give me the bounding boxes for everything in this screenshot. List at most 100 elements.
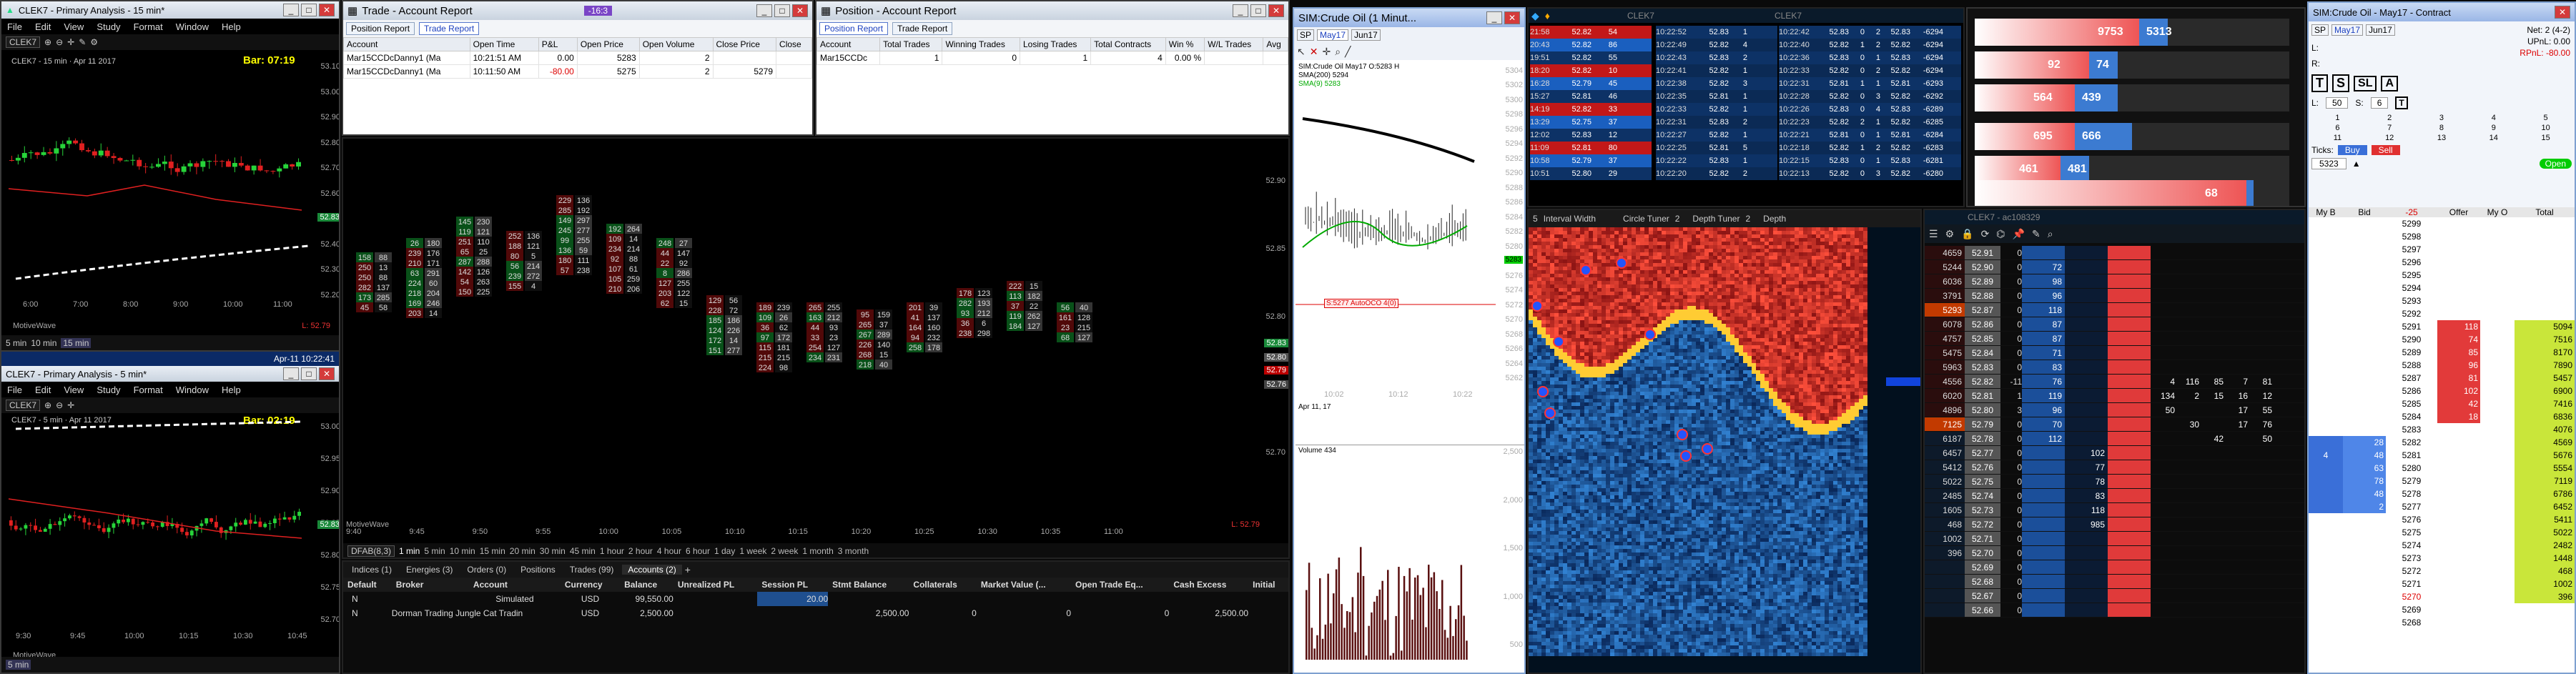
ninja-chart-window[interactable]: SIM:Crude Oil (1 Minut... _ ✕ SP May17 Ju… <box>1293 7 1526 674</box>
window-controls[interactable]: _ □ ✕ <box>283 367 335 380</box>
tape-window[interactable]: ◆ ♦ CLEK7 CLEK7 21:58 52.82 54 20:43 52.82 86 1… <box>1527 7 1965 207</box>
col-winning-trades[interactable]: Winning Trades <box>942 37 1020 51</box>
col-unrealized[interactable]: Unrealized PL <box>673 578 758 592</box>
crosshair-icon[interactable]: ✛ <box>67 400 74 410</box>
symbol-select[interactable]: CLEK7 <box>6 400 41 411</box>
window-controls[interactable]: _ □ ✕ <box>283 4 335 16</box>
contract-select[interactable]: May17 <box>1317 29 1349 41</box>
maximize-icon[interactable]: □ <box>774 4 790 17</box>
close-icon[interactable]: ✕ <box>319 367 335 380</box>
iw-value[interactable]: 5 <box>1533 214 1538 224</box>
table-row[interactable]: Mar15CCDcDanny1 (Ma 10:21:51 AM 0.00 528… <box>343 51 812 65</box>
tf-item[interactable]: 5 min <box>424 546 445 556</box>
menu-window[interactable]: Window <box>176 21 209 32</box>
dt-value[interactable]: 2 <box>1745 214 1750 224</box>
tf-item[interactable]: 30 min <box>540 546 566 556</box>
col-account[interactable]: Account <box>469 578 561 592</box>
maximize-icon[interactable]: □ <box>301 4 317 16</box>
menu-study[interactable]: Study <box>97 21 120 32</box>
footprint-chart-window[interactable]: 158 88 250 13 250 88 282 137 173 285 45 58 26 180 239 1… <box>342 137 1290 559</box>
tf-item[interactable]: 15 min <box>480 546 505 556</box>
tf-item[interactable]: 1 day <box>714 546 735 556</box>
tf-item[interactable]: 10 min <box>450 546 475 556</box>
menu-format[interactable]: Format <box>134 385 163 395</box>
table-row[interactable]: N Simulated USD 99,550.00 20.00 <box>343 592 1288 606</box>
col-open-volume[interactable]: Open Volume <box>638 37 714 51</box>
tab-trade-report[interactable]: Trade Report <box>892 22 953 35</box>
crosshair-icon[interactable]: ✛ <box>67 37 74 47</box>
minimize-icon[interactable]: _ <box>1233 4 1248 17</box>
col-cash-excess[interactable]: Cash Excess <box>1169 578 1248 592</box>
window-controls[interactable]: _ □ ✕ <box>756 4 808 17</box>
table-row[interactable]: N Dorman Trading Jungle Cat Tradin USD 2… <box>343 606 1288 620</box>
zoom-in-icon[interactable]: ⊕ <box>44 37 51 47</box>
chart-window-5min[interactable]: Apr-11 10:22:41 CLEK7 - Primary Analysis… <box>0 350 340 674</box>
col-account[interactable]: Account <box>343 37 470 51</box>
price-panel[interactable]: SIM:Crude Oil May17 O:5283 H SMA(200) 52… <box>1296 61 1524 412</box>
maximize-icon[interactable]: □ <box>301 367 317 380</box>
tab-positions[interactable]: Positions <box>515 565 561 575</box>
col-wl-trades[interactable]: W/L Trades <box>1204 37 1264 51</box>
menu-file[interactable]: File <box>7 21 22 32</box>
col-avg[interactable]: Avg <box>1263 37 1288 51</box>
zoom-out-icon[interactable]: ⊖ <box>56 400 63 410</box>
tab-trades[interactable]: Trades (99) <box>564 565 620 575</box>
tab-position-report[interactable]: Position Report <box>819 22 889 35</box>
trade-report-window[interactable]: ▦ Trade - Account Report -16:3 _ □ ✕ Posit… <box>342 0 814 136</box>
minimize-icon[interactable]: _ <box>283 367 299 380</box>
col-broker[interactable]: Broker <box>392 578 469 592</box>
tf-item[interactable]: 45 min <box>570 546 596 556</box>
tab-position-report[interactable]: Position Report <box>346 22 415 35</box>
tf-10min[interactable]: 10 min <box>31 338 56 348</box>
dom-bars-window[interactable]: 9753 5313 92 74 564 439 695 666 461 481 68 <box>1966 7 2306 207</box>
window-controls[interactable]: _ □ ✕ <box>1233 4 1284 17</box>
menu-view[interactable]: View <box>64 385 84 395</box>
other-contract[interactable]: Jun17 <box>1351 29 1381 41</box>
col-total-contracts[interactable]: Total Contracts <box>1090 37 1166 51</box>
tf-item[interactable]: 1 min <box>399 546 420 556</box>
symbol-select[interactable]: CLEK7 <box>6 36 41 48</box>
tf-item[interactable]: 6 hour <box>686 546 710 556</box>
col-close[interactable]: Close <box>776 37 812 51</box>
close-icon[interactable]: ✕ <box>319 4 335 16</box>
col-session-pl[interactable]: Session PL <box>757 578 828 592</box>
title-bar[interactable]: ▦ Position - Account Report _ □ ✕ <box>816 1 1288 20</box>
menu-help[interactable]: Help <box>222 385 241 395</box>
tf-5min[interactable]: 5 min <box>6 338 26 348</box>
menu-edit[interactable]: Edit <box>35 21 51 32</box>
col-initial[interactable]: Initial <box>1248 578 1288 592</box>
col-total-trades[interactable]: Total Trades <box>879 37 943 51</box>
tf-15min[interactable]: 15 min <box>61 338 92 348</box>
close-icon[interactable]: ✕ <box>1504 11 1520 24</box>
title-bar[interactable]: SIM:Crude Oil (1 Minut... _ ✕ <box>1294 9 1524 27</box>
pointer-icon[interactable]: ↖ <box>1297 46 1306 58</box>
title-bar[interactable]: Apr-11 10:22:41 <box>1 352 339 366</box>
menu-edit[interactable]: Edit <box>35 385 51 395</box>
tf-5min[interactable]: 5 min <box>6 660 31 670</box>
tab-trade-report[interactable]: Trade Report <box>418 22 480 35</box>
col-balance[interactable]: Balance <box>620 578 673 592</box>
settings-icon[interactable]: ⚙ <box>90 37 98 47</box>
tf-item[interactable]: 2 hour <box>628 546 653 556</box>
study-label[interactable]: DFAB(8,3) <box>347 545 395 557</box>
tab-accounts[interactable]: Accounts (2) <box>622 565 682 575</box>
title-bar-2[interactable]: CLEK7 - Primary Analysis - 5 min* _ □ ✕ <box>1 366 339 382</box>
ct-value[interactable]: 2 <box>1675 214 1680 224</box>
lock-icon[interactable]: ◆ <box>1531 10 1539 22</box>
tf-item[interactable]: 1 month <box>802 546 833 556</box>
tf-item[interactable]: 20 min <box>510 546 536 556</box>
col-win-pct[interactable]: Win % <box>1165 37 1205 51</box>
menu-file[interactable]: File <box>7 385 22 395</box>
col-close-price[interactable]: Close Price <box>712 37 777 51</box>
tab-orders[interactable]: Orders (0) <box>461 565 512 575</box>
chart-area[interactable]: CLEK7 - 5 min · Apr 11 2017 Bar: 02:19 5… <box>1 413 339 660</box>
col-pnl[interactable]: P&L <box>538 37 578 51</box>
chart-window-15min[interactable]: ▲ CLEK7 - Primary Analysis - 15 min* _ □ ✕… <box>0 0 340 352</box>
draw-icon[interactable]: ✎ <box>79 37 86 47</box>
col-stmt-balance[interactable]: Stmt Balance <box>828 578 909 592</box>
menu-study[interactable]: Study <box>97 385 120 395</box>
heatmap-window[interactable]: 5 Interval Width Circle Tuner 2 Depth Tu… <box>1527 209 1922 674</box>
menu-help[interactable]: Help <box>222 21 241 32</box>
close-icon[interactable]: ✕ <box>792 4 808 17</box>
menu-format[interactable]: Format <box>134 21 163 32</box>
